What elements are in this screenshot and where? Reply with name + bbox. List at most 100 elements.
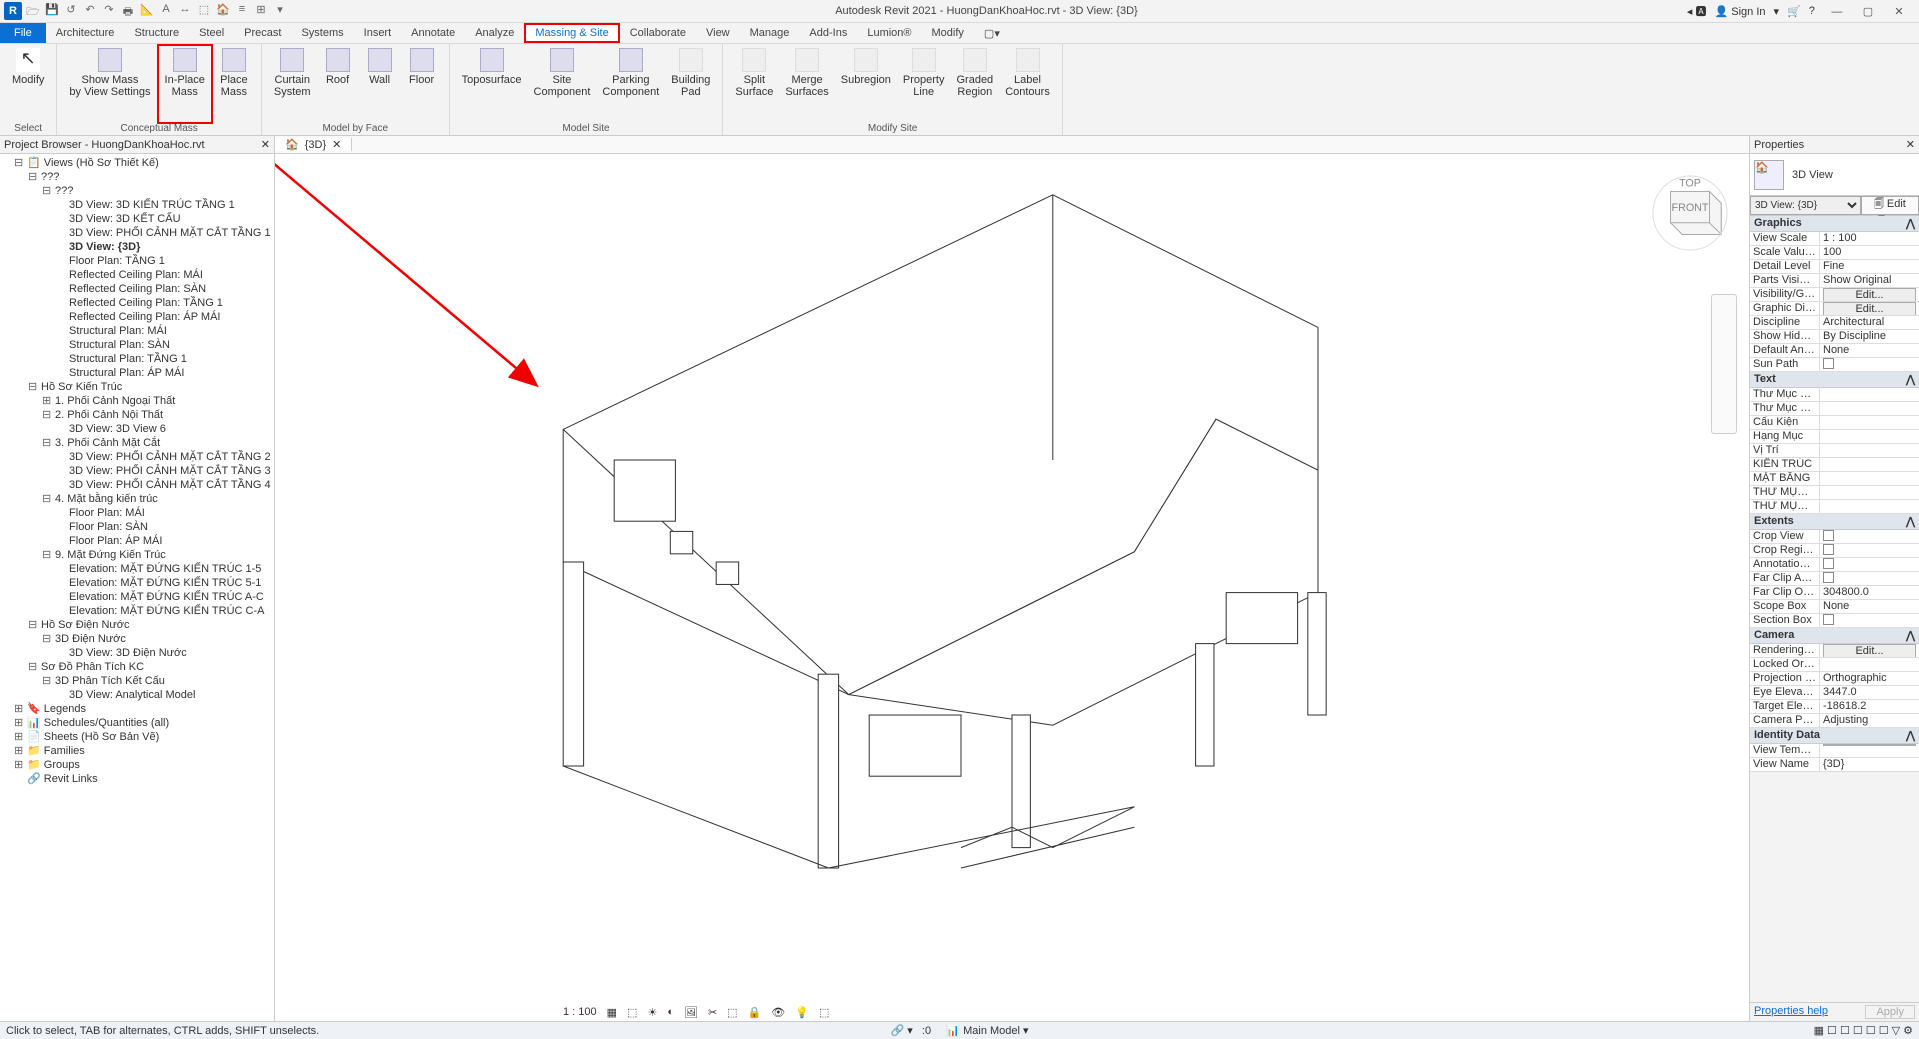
project-browser-tree[interactable]: ⊟ 📋 Views (Hồ Sơ Thiết Kế)⊟ ???⊟ ??? 3D … [0,154,274,1021]
tree-item[interactable]: 3D View: PHỐI CẢNH MẶT CẮT TẦNG 1 [4,226,270,240]
prop-row[interactable]: Cấu Kiện [1750,416,1919,430]
section-icon[interactable]: ⬚ [196,3,212,19]
tree-item[interactable]: Reflected Ceiling Plan: SÀN [4,282,270,296]
tree-item[interactable]: 3D View: 3D KẾT CẤU [4,212,270,226]
tree-item[interactable]: ⊟ 📋 Views (Hồ Sơ Thiết Kế) [4,156,270,170]
lock-3d-icon[interactable]: 🔒 [746,1006,764,1019]
checkbox[interactable] [1823,544,1834,555]
sync-icon[interactable]: ↺ [63,3,79,19]
tree-item[interactable]: 3D View: 3D View 6 [4,422,270,436]
prop-row[interactable]: View Template [1750,744,1919,758]
prop-row[interactable]: Projection Mo...Orthographic [1750,672,1919,686]
edit-type-button[interactable]: 🗐 Edit Type [1861,196,1919,215]
undo-icon[interactable]: ↶ [82,3,98,19]
tree-item[interactable]: ⊟ 2. Phối Cảnh Nội Thất [4,408,270,422]
text-icon[interactable]: A [158,3,174,19]
help-icon[interactable]: ? [1809,5,1815,17]
tree-item[interactable]: ⊟ 4. Mặt bằng kiến trúc [4,492,270,506]
redo-icon[interactable]: ↷ [101,3,117,19]
properties-selector[interactable]: 3D View: {3D} [1750,196,1861,215]
tree-item[interactable]: Floor Plan: ÁP MÁI [4,534,270,548]
prop-row[interactable]: THƯ MỤC CON [1750,500,1919,514]
site-button[interactable]: SiteComponent [528,46,597,122]
prop-row[interactable]: KIẾN TRÚC [1750,458,1919,472]
toposurface-button[interactable]: Toposurface [456,46,528,122]
tab-manage[interactable]: Manage [740,23,800,43]
print-icon[interactable]: 🖶 [120,3,136,19]
prop-group-header[interactable]: Camera⋀ [1750,628,1919,644]
thin-lines-icon[interactable]: ≡ [234,3,250,19]
prop-row[interactable]: Default Analy...None [1750,344,1919,358]
prop-row[interactable]: Vị Trí [1750,444,1919,458]
signin-button[interactable]: 👤 Sign In [1715,5,1766,18]
panel-close-icon[interactable]: ✕ [1906,138,1915,151]
worksharing-icon[interactable]: ⬚ [817,1006,831,1019]
prop-row[interactable]: Crop View [1750,530,1919,544]
prop-row[interactable]: Locked Orient... [1750,658,1919,672]
tab-close-icon[interactable]: ✕ [332,138,341,151]
tree-item[interactable]: ⊟ 3D Điện Nước [4,632,270,646]
prop-row[interactable]: Sun Path [1750,358,1919,372]
sun-path-icon[interactable]: ☀ [645,1006,659,1019]
close-hidden-icon[interactable]: ⊞ [253,3,269,19]
modify-button[interactable]: ↖ Modify [6,46,50,122]
prop-row[interactable]: Target Elevation-18618.2 [1750,700,1919,714]
in-place-button[interactable]: In-PlaceMass [157,44,213,124]
checkbox[interactable] [1823,530,1834,541]
3d-canvas[interactable]: TOP FRONT [275,154,1749,1021]
curtain-button[interactable]: CurtainSystem [268,46,317,122]
close-button[interactable]: ✕ [1885,5,1913,18]
prop-row[interactable]: Far Clip Offset304800.0 [1750,586,1919,600]
prop-row[interactable]: MẶT BẰNG [1750,472,1919,486]
tree-item[interactable]: Floor Plan: TẦNG 1 [4,254,270,268]
checkbox[interactable] [1823,614,1834,625]
view-tab-3d[interactable]: 🏠 {3D} ✕ [275,138,352,151]
apply-button[interactable]: Apply [1865,1005,1915,1019]
prop-row[interactable]: Section Box [1750,614,1919,628]
file-tab[interactable]: File [0,23,46,43]
open-icon[interactable]: 🗁 [25,3,41,19]
prop-row[interactable]: Far Clip Active [1750,572,1919,586]
tree-item[interactable]: 3D View: PHỐI CẢNH MẶT CẮT TẦNG 4 [4,478,270,492]
scale-button[interactable]: 1 : 100 [561,1006,599,1018]
detail-level-icon[interactable]: ▦ [605,1006,619,1019]
tree-item[interactable]: Reflected Ceiling Plan: ÁP MÁI [4,310,270,324]
tree-item[interactable]: Structural Plan: MÁI [4,324,270,338]
tree-item[interactable]: 3D View: 3D KIẾN TRÚC TẦNG 1 [4,198,270,212]
main-model-dropdown[interactable]: 📊 Main Model ▾ [946,1025,1028,1037]
prop-group-header[interactable]: Text⋀ [1750,372,1919,388]
prop-row[interactable]: Parts VisibilityShow Original [1750,274,1919,288]
tab-view[interactable]: View [696,23,740,43]
prop-edit-button[interactable]: Edit... [1823,644,1916,657]
tree-item[interactable]: Elevation: MẶT ĐỨNG KIẾN TRÚC 5-1 [4,576,270,590]
switch-windows-icon[interactable]: ▾ [272,3,288,19]
roof-button[interactable]: Roof [317,46,359,122]
crop-region-icon[interactable]: ⬚ [725,1006,739,1019]
prop-row[interactable]: Hạng Mục [1750,430,1919,444]
save-icon[interactable]: 💾 [44,3,60,19]
tab-annotate[interactable]: Annotate [401,23,465,43]
prop-row[interactable]: Rendering Set...Edit... [1750,644,1919,658]
tree-item[interactable]: ⊟ 3. Phối Cảnh Mặt Cắt [4,436,270,450]
prop-row[interactable]: Crop Region ... [1750,544,1919,558]
tree-item[interactable]: Structural Plan: TẦNG 1 [4,352,270,366]
view-cube[interactable]: TOP FRONT [1651,174,1729,252]
tab-massing-site[interactable]: Massing & Site [524,23,619,43]
visual-style-icon[interactable]: ⬚ [625,1006,639,1019]
prop-group-header[interactable]: Identity Data⋀ [1750,728,1919,744]
tree-item[interactable]: 3D View: Analytical Model [4,688,270,702]
tree-item[interactable]: ⊟ Sơ Đồ Phân Tích KC [4,660,270,674]
tree-item[interactable]: Floor Plan: SÀN [4,520,270,534]
tree-item[interactable]: Elevation: MẶT ĐỨNG KIẾN TRÚC A-C [4,590,270,604]
checkbox[interactable] [1823,358,1834,369]
measure-icon[interactable]: 📐 [139,3,155,19]
checkbox[interactable] [1823,572,1834,583]
tab-structure[interactable]: Structure [124,23,189,43]
tree-item[interactable]: 3D View: {3D} [4,240,270,254]
rendering-icon[interactable]: 🖼 [682,1006,700,1019]
tree-item[interactable]: Floor Plan: MÁI [4,506,270,520]
tree-item[interactable]: Structural Plan: ÁP MÁI [4,366,270,380]
reveal-hidden-icon[interactable]: 💡 [793,1006,811,1019]
crop-icon[interactable]: ✂ [706,1006,719,1019]
tree-item[interactable]: ⊟ ??? [4,170,270,184]
